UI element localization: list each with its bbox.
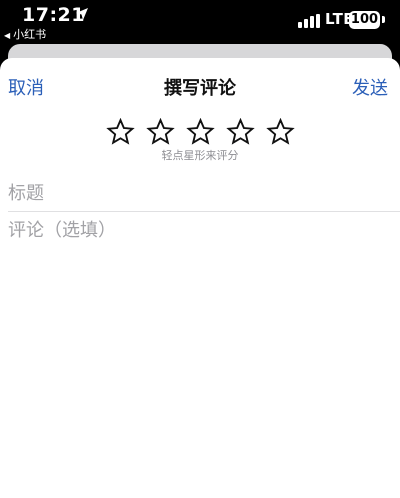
cellular-signal-icon bbox=[298, 14, 320, 28]
status-bar: 17:21 ◀ 小红书 LTE 100 bbox=[0, 0, 400, 44]
star-icon[interactable] bbox=[145, 118, 175, 146]
divider bbox=[8, 211, 400, 212]
comment-textarea[interactable] bbox=[8, 216, 392, 486]
battery-tip bbox=[382, 16, 385, 23]
screen: 17:21 ◀ 小红书 LTE 100 取消 撰写评论 发送 轻点星形来评分 bbox=[0, 0, 400, 498]
write-review-sheet: 取消 撰写评论 发送 轻点星形来评分 bbox=[0, 58, 400, 498]
back-to-app-link[interactable]: ◀ 小红书 bbox=[4, 26, 46, 42]
star-rating: 轻点星形来评分 bbox=[0, 118, 400, 163]
back-triangle-icon: ◀ bbox=[4, 31, 11, 40]
page-title: 撰写评论 bbox=[164, 78, 236, 99]
location-arrow-icon bbox=[76, 8, 88, 20]
star-icon[interactable] bbox=[225, 118, 255, 146]
send-button[interactable]: 发送 bbox=[352, 74, 388, 100]
back-app-label: 小红书 bbox=[13, 28, 47, 41]
star-icon[interactable] bbox=[265, 118, 295, 146]
rating-hint: 轻点星形来评分 bbox=[161, 149, 239, 162]
nav-bar: 取消 撰写评论 发送 bbox=[0, 58, 400, 113]
star-row bbox=[0, 118, 400, 146]
battery-icon: 100 bbox=[349, 11, 380, 29]
title-input[interactable] bbox=[8, 176, 392, 210]
star-icon[interactable] bbox=[105, 118, 135, 146]
star-icon[interactable] bbox=[185, 118, 215, 146]
